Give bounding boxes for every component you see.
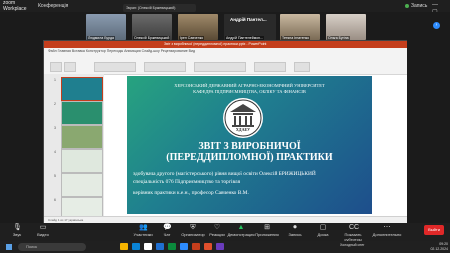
font-controls[interactable]	[94, 62, 136, 72]
excel-icon[interactable]	[168, 243, 176, 250]
windows-start-icon[interactable]	[6, 244, 12, 250]
recording-label: Запись	[411, 3, 428, 9]
thumb-number: 3	[54, 126, 56, 130]
file-explorer-icon[interactable]	[120, 243, 128, 250]
slide-department: КАФЕДРА ПІДПРИЄМНИЦТВА, ОБЛІКУ ТА ФІНАНС…	[193, 89, 306, 94]
participant-tile[interactable]: Ірен Савченко	[178, 14, 218, 40]
slide-thumbnail[interactable]	[61, 77, 103, 101]
heart-icon: ♡	[213, 224, 221, 231]
chrome-icon[interactable]	[204, 243, 212, 250]
ppt-title-bar: Звіт з виробничої (переддипломної) практ…	[44, 41, 408, 48]
clock-date: 02.12.2024	[430, 246, 448, 251]
edge-icon[interactable]	[132, 243, 140, 250]
apps-icon: ⊞	[264, 224, 270, 231]
record-label: Запись	[288, 232, 302, 237]
microphone-icon: 🎙	[13, 224, 22, 231]
right-gutter	[407, 40, 450, 223]
participant-big-label: Андрій Пантел...	[230, 17, 267, 22]
word-icon[interactable]	[156, 243, 164, 250]
camera-off-icon: ▭	[39, 224, 47, 231]
slide-thumbnail[interactable]	[61, 101, 103, 125]
participant-tile[interactable]: Людмила Бурда	[86, 14, 126, 40]
record-icon: ⏺	[293, 224, 297, 231]
participant-tile[interactable]: Ольга Бугіна	[326, 14, 366, 40]
university-emblem-icon	[224, 99, 262, 137]
captions-icon: CC	[349, 224, 360, 231]
ppt-title-text: Звіт з виробничої (переддипломної) практ…	[164, 42, 267, 46]
slide-thumbnail[interactable]	[61, 149, 103, 173]
paste-icon[interactable]	[50, 62, 62, 72]
taskbar-clock[interactable]: 09:20 02.12.2024	[420, 242, 448, 251]
recording-dot-icon	[405, 4, 409, 8]
store-icon[interactable]	[144, 243, 152, 250]
whiteboard-button[interactable]: ▢ Доска	[306, 224, 340, 237]
participants-icon: 👥	[139, 224, 148, 231]
screen-share-banner[interactable]: Экран: (Олексій Бржевицький)	[123, 4, 196, 12]
designer-icon[interactable]	[294, 62, 310, 72]
thumb-number: 5	[54, 174, 56, 178]
paragraph-controls[interactable]	[144, 62, 186, 72]
logo-text: ХДАЕУ	[235, 127, 251, 132]
end-meeting-button[interactable]: Выйти	[424, 225, 444, 235]
participant-tile-large[interactable]: Андрій Пантел... Андрій Пантелеймон...	[224, 14, 276, 40]
audio-label: Звук	[12, 232, 22, 237]
participant-tile[interactable]: Олексій Бржевицький	[132, 14, 172, 40]
weather-widget[interactable]: Холодный снег	[340, 243, 364, 247]
apps-label: Приложения	[255, 232, 279, 237]
slide-thumbnail[interactable]	[61, 125, 103, 149]
slide-student-line: здобувача другого (магістерського) рівня…	[133, 171, 316, 177]
whiteboard-label: Доска	[317, 232, 329, 237]
ppt-ribbon: Файл Главная Вставка Конструктор Переход…	[44, 48, 408, 75]
zoom-brand: zoom Workplace	[3, 0, 27, 12]
thumb-number: 4	[54, 150, 56, 154]
participant-tile[interactable]: Тетяна Ігнатенко	[280, 14, 320, 40]
share-screen-icon: ▲	[237, 224, 245, 231]
thumb-number: 1	[54, 78, 56, 82]
react-label: Реакции	[209, 232, 225, 237]
taskbar-search[interactable]: Поиск	[18, 243, 86, 251]
drawing-controls[interactable]	[194, 62, 246, 72]
slide-thumbnail[interactable]	[61, 173, 103, 197]
slide-thumbnails-panel: 1 2 3 4 5 6	[44, 74, 104, 221]
recording-indicator[interactable]: Запись	[405, 3, 427, 9]
powerpoint-icon[interactable]	[192, 243, 200, 250]
slide-title-line1: ЗВІТ З ВИРОБНИЧОЇ	[198, 141, 301, 152]
next-page-icon[interactable]: ›	[433, 22, 440, 29]
viber-icon[interactable]	[216, 243, 224, 250]
slide-university: ХЕРСОНСЬКИЙ ДЕРЖАВНИЙ АГРАРНО-ЕКОНОМІЧНИ…	[174, 83, 325, 88]
main-slide[interactable]: ХЕРСОНСЬКИЙ ДЕРЖАВНИЙ АГРАРНО-ЕКОНОМІЧНИ…	[127, 76, 372, 214]
chat-icon: 💬	[163, 224, 172, 231]
thumb-number: 6	[54, 198, 56, 202]
ppt-status-text: Слайд 1 из 17 українська	[48, 218, 84, 222]
slide-specialty-line: спеціальність 076 Підприємництво та торг…	[133, 179, 241, 185]
more-icon: ⋯	[383, 224, 391, 231]
new-slide-icon[interactable]	[64, 62, 76, 72]
whiteboard-icon: ▢	[319, 224, 327, 231]
chat-label: Чат	[163, 232, 171, 237]
thumb-number: 2	[54, 102, 56, 106]
slide-title-line2: (ПЕРЕДДИПЛОМНОЇ) ПРАКТИКИ	[166, 152, 333, 163]
conference-title: Конференція	[38, 3, 69, 9]
more-label: Дополнительно	[372, 232, 402, 237]
more-button[interactable]: ⋯ Дополнительно	[370, 224, 404, 237]
zoom-icon[interactable]	[180, 243, 188, 250]
slide-supervisor-line: керівник практики к.е.н., професор Савче…	[133, 190, 249, 196]
editing-controls[interactable]	[254, 62, 286, 72]
ppt-ribbon-tabs[interactable]: Файл Главная Вставка Конструктор Переход…	[48, 49, 195, 53]
shield-icon: ⛨	[190, 224, 196, 231]
university-logo	[223, 98, 263, 138]
video-button[interactable]: ▭ Видео	[26, 224, 60, 237]
video-label: Видео	[37, 232, 49, 237]
captions-button[interactable]: CC Показать субтитры	[336, 224, 370, 242]
